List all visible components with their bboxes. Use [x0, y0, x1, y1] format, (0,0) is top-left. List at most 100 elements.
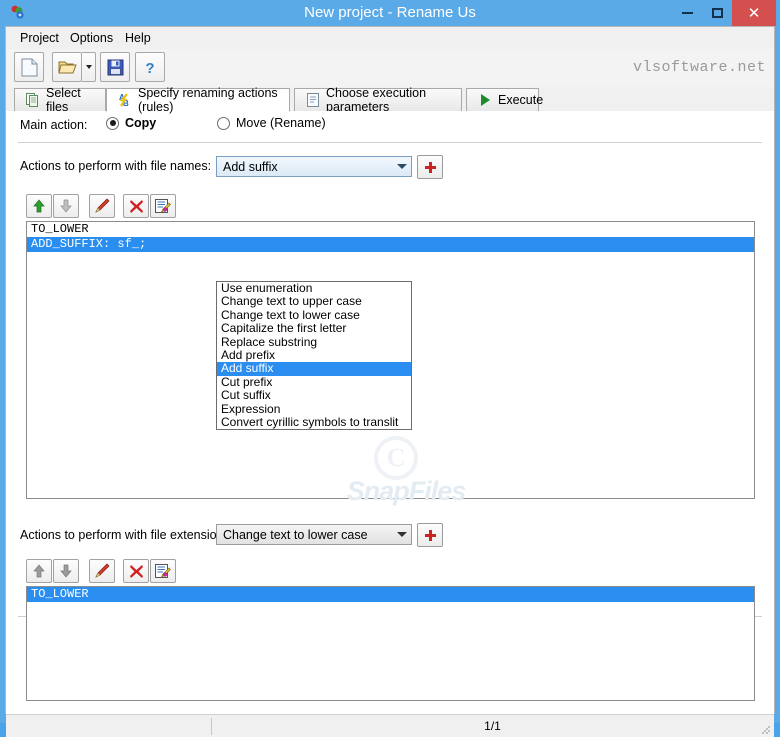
files-icon: [25, 93, 40, 108]
main-action-row: Main action: Copy Move (Rename): [6, 111, 774, 139]
move-down-button-extensions[interactable]: [53, 559, 79, 583]
edit-properties-button-names[interactable]: [150, 194, 176, 218]
combo-value: Change text to lower case: [223, 527, 368, 542]
title-bar: New project - Rename Us ✕: [0, 0, 780, 26]
chevron-down-icon: [393, 532, 411, 537]
move-up-button-extensions[interactable]: [26, 559, 52, 583]
chevron-down-icon: [393, 164, 411, 169]
question-mark-icon: ?: [145, 60, 154, 76]
dropdown-item[interactable]: Cut suffix: [217, 388, 411, 402]
dropdown-item[interactable]: Capitalize the first letter: [217, 321, 411, 335]
dropdown-item[interactable]: Cut prefix: [217, 375, 411, 389]
plus-icon: [424, 161, 436, 173]
dropdown-item[interactable]: Add prefix: [217, 348, 411, 362]
vendor-watermark: vlsoftware.net: [632, 59, 766, 76]
tab-specify-renaming-actions[interactable]: A B Specify renaming actions (rules): [106, 86, 290, 114]
dropdown-item[interactable]: Change text to lower case: [217, 308, 411, 322]
play-triangle-icon: [477, 93, 492, 108]
parameters-icon: [305, 93, 320, 108]
plus-icon: [424, 529, 436, 541]
divider: [18, 142, 762, 143]
client-area: Project Options Help ? vlsoftware.net Se…: [5, 26, 775, 737]
list-item[interactable]: TO_LOWER: [27, 222, 754, 237]
minimize-button[interactable]: [672, 0, 702, 26]
menu-options[interactable]: Options: [64, 30, 119, 46]
pen-icon: [95, 563, 110, 578]
red-x-icon: [129, 564, 143, 578]
new-project-button[interactable]: [14, 52, 44, 82]
menu-project[interactable]: Project: [14, 30, 65, 46]
delete-rule-button-extensions[interactable]: [123, 559, 149, 583]
file-names-label: Actions to perform with file names:: [20, 159, 212, 173]
menu-help[interactable]: Help: [119, 30, 157, 46]
add-file-extension-rule-button[interactable]: [417, 523, 443, 547]
floppy-save-icon: [107, 59, 123, 75]
open-folder-icon: [57, 61, 77, 74]
pen-icon: [95, 198, 110, 213]
dropdown-item[interactable]: Change text to upper case: [217, 294, 411, 308]
add-file-name-rule-button[interactable]: [417, 155, 443, 179]
svg-text:?: ?: [145, 60, 154, 76]
new-document-icon: [21, 58, 37, 76]
tab-label: Select files: [46, 86, 81, 114]
radio-move-rename[interactable]: Move (Rename): [217, 116, 326, 130]
tab-choose-execution-parameters[interactable]: Choose execution parameters: [294, 86, 462, 114]
close-button[interactable]: ✕: [732, 0, 776, 26]
dropdown-item[interactable]: Convert cyrillic symbols to translit: [217, 415, 411, 429]
dropdown-item[interactable]: Use enumeration: [217, 281, 411, 295]
close-icon: ✕: [747, 4, 761, 22]
tab-label: Choose execution parameters: [326, 86, 427, 114]
red-x-icon: [129, 199, 143, 213]
main-action-label: Main action:: [20, 118, 88, 132]
combo-value: Add suffix: [223, 159, 278, 174]
maximize-button[interactable]: [702, 0, 732, 26]
list-item[interactable]: ADD_SUFFIX: sf_;: [27, 237, 754, 252]
arrow-down-icon: [60, 564, 72, 578]
radio-copy[interactable]: Copy: [106, 116, 156, 130]
edit-properties-button-extensions[interactable]: [150, 559, 176, 583]
move-up-button-names[interactable]: [26, 194, 52, 218]
resize-grip-icon[interactable]: [761, 725, 771, 735]
arrow-up-icon: [33, 564, 45, 578]
radio-indicator: [106, 116, 119, 130]
edit-document-icon: [155, 198, 171, 213]
menu-bar: Project Options Help: [6, 27, 774, 50]
file-extensions-label: Actions to perform with file extensions:: [20, 528, 234, 542]
move-down-button-names[interactable]: [53, 194, 79, 218]
radio-label: Move (Rename): [236, 116, 326, 130]
dropdown-item[interactable]: Replace substring: [217, 335, 411, 349]
edit-document-icon: [155, 563, 171, 578]
tab-select-files[interactable]: Select files: [14, 86, 106, 114]
file-names-action-combo[interactable]: Add suffix: [216, 156, 412, 177]
tab-strip: Select files A B Specify renaming action…: [6, 86, 774, 114]
dropdown-item[interactable]: Expression: [217, 402, 411, 416]
maximize-icon: [711, 8, 723, 18]
chevron-down-icon: [85, 65, 92, 69]
arrow-down-icon: [60, 199, 72, 213]
edit-rule-button-extensions[interactable]: [89, 559, 115, 583]
list-item[interactable]: TO_LOWER: [27, 587, 754, 602]
action-dropdown-list[interactable]: Use enumeration Change text to upper cas…: [216, 281, 412, 431]
tab-execute[interactable]: Execute: [466, 88, 543, 111]
dropdown-item[interactable]: Add suffix: [217, 361, 411, 376]
radio-indicator: [217, 116, 230, 130]
open-project-button[interactable]: [52, 52, 82, 82]
application-window: New project - Rename Us ✕ Project Option…: [0, 0, 780, 737]
open-project-dropdown[interactable]: [82, 52, 96, 82]
toolbar: ? vlsoftware.net: [6, 49, 774, 88]
status-bar: 1/1: [6, 714, 774, 737]
tab-label: Execute: [498, 93, 544, 107]
edit-rule-button-names[interactable]: [89, 194, 115, 218]
arrow-up-icon: [33, 199, 45, 213]
tab-label: Specify renaming actions (rules): [138, 86, 278, 114]
delete-rule-button-names[interactable]: [123, 194, 149, 218]
file-extensions-rules-list[interactable]: TO_LOWER: [26, 586, 755, 701]
page-counter: 1/1: [484, 719, 501, 733]
ab-letters-icon: A B: [117, 93, 132, 108]
window-title: New project - Rename Us: [304, 4, 476, 21]
help-button[interactable]: ?: [135, 52, 165, 82]
save-project-button[interactable]: [100, 52, 130, 82]
file-extensions-action-combo[interactable]: Change text to lower case: [216, 524, 412, 545]
minimize-icon: [681, 12, 693, 14]
radio-label: Copy: [125, 116, 157, 130]
